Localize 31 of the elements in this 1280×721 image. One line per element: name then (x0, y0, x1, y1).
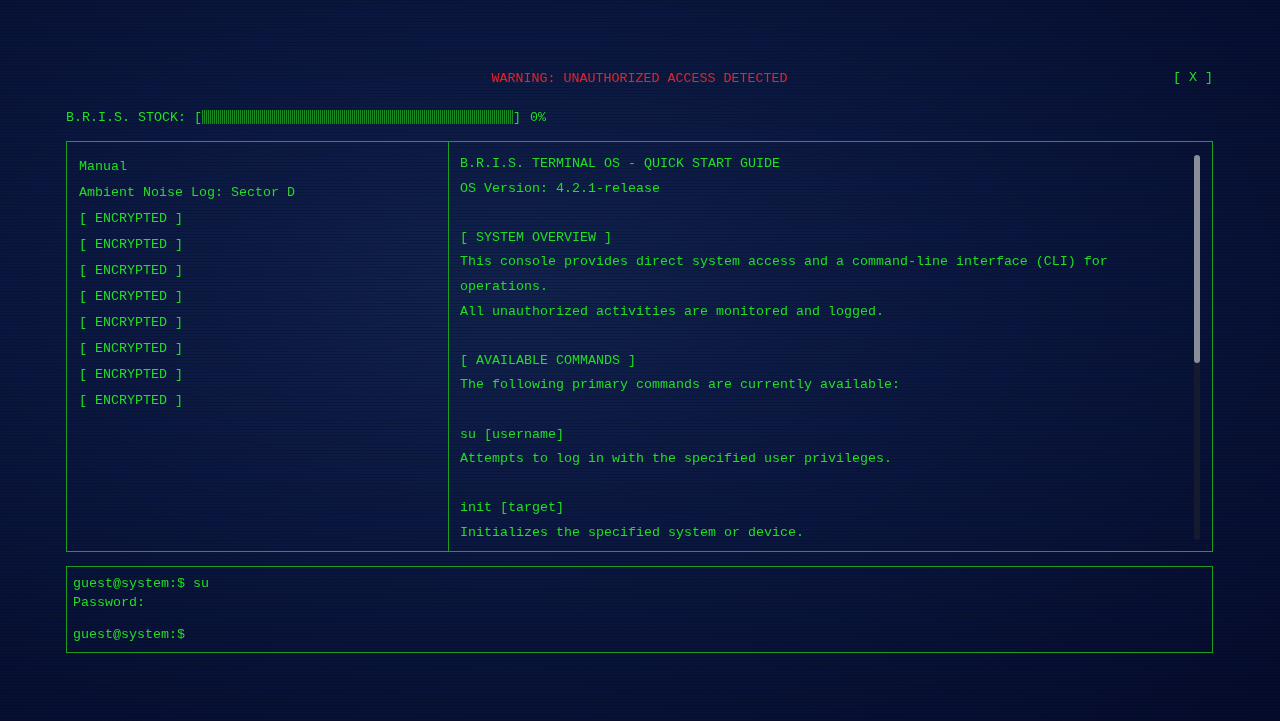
file-list-item[interactable]: [ ENCRYPTED ] (79, 211, 183, 226)
file-list-item[interactable]: Ambient Noise Log: Sector D (79, 185, 295, 200)
terminal-line: guest@system:$ su (73, 576, 209, 591)
document-line: [ AVAILABLE COMMANDS ] (460, 351, 637, 370)
document-line: [ SYSTEM OVERVIEW ] (460, 228, 613, 247)
stock-label: B.R.I.S. STOCK: (66, 109, 186, 125)
stock-percentage: 0% (530, 109, 546, 125)
terminal-line: Password: (73, 595, 145, 610)
close-button[interactable]: [ X ] (1173, 68, 1213, 88)
file-list-item[interactable]: [ ENCRYPTED ] (79, 237, 183, 252)
scrollbar[interactable] (1194, 155, 1200, 540)
bracket-text: [ (194, 109, 202, 125)
document-line: init [target] (460, 499, 565, 518)
document-line: OS Version: 4.2.1-release (460, 179, 661, 198)
bracket-text: ] (513, 109, 521, 125)
document-line: su [username] (460, 425, 565, 444)
document-line: B.R.I.S. TERMINAL OS - QUICK START GUIDE (460, 155, 781, 173)
file-list-item[interactable]: [ ENCRYPTED ] (79, 393, 183, 408)
file-list-item[interactable]: [ ENCRYPTED ] (79, 367, 183, 382)
document-line: Initializes the specified system or device. (460, 523, 805, 542)
document-line: The following primary commands are currently available: (460, 376, 901, 395)
file-list-item[interactable]: [ ENCRYPTED ] (79, 289, 183, 304)
terminal-prompt: guest@system:$ (73, 627, 185, 642)
document-line: This console provides direct system access and a command-line interface (CLI) for operations. (460, 253, 1109, 296)
document-line: All unauthorized activities are monitored and logged. (460, 302, 885, 321)
file-list-item[interactable]: [ ENCRYPTED ] (79, 341, 183, 356)
document-line: Attempts to log in with the specified user privileges. (460, 450, 893, 469)
file-list-item[interactable]: [ ENCRYPTED ] (79, 263, 183, 278)
file-list-item[interactable]: [ ENCRYPTED ] (79, 315, 183, 330)
file-list-item[interactable]: Manual (79, 159, 127, 174)
warning-message: WARNING: UNAUTHORIZED ACCESS DETECTED (491, 70, 788, 86)
